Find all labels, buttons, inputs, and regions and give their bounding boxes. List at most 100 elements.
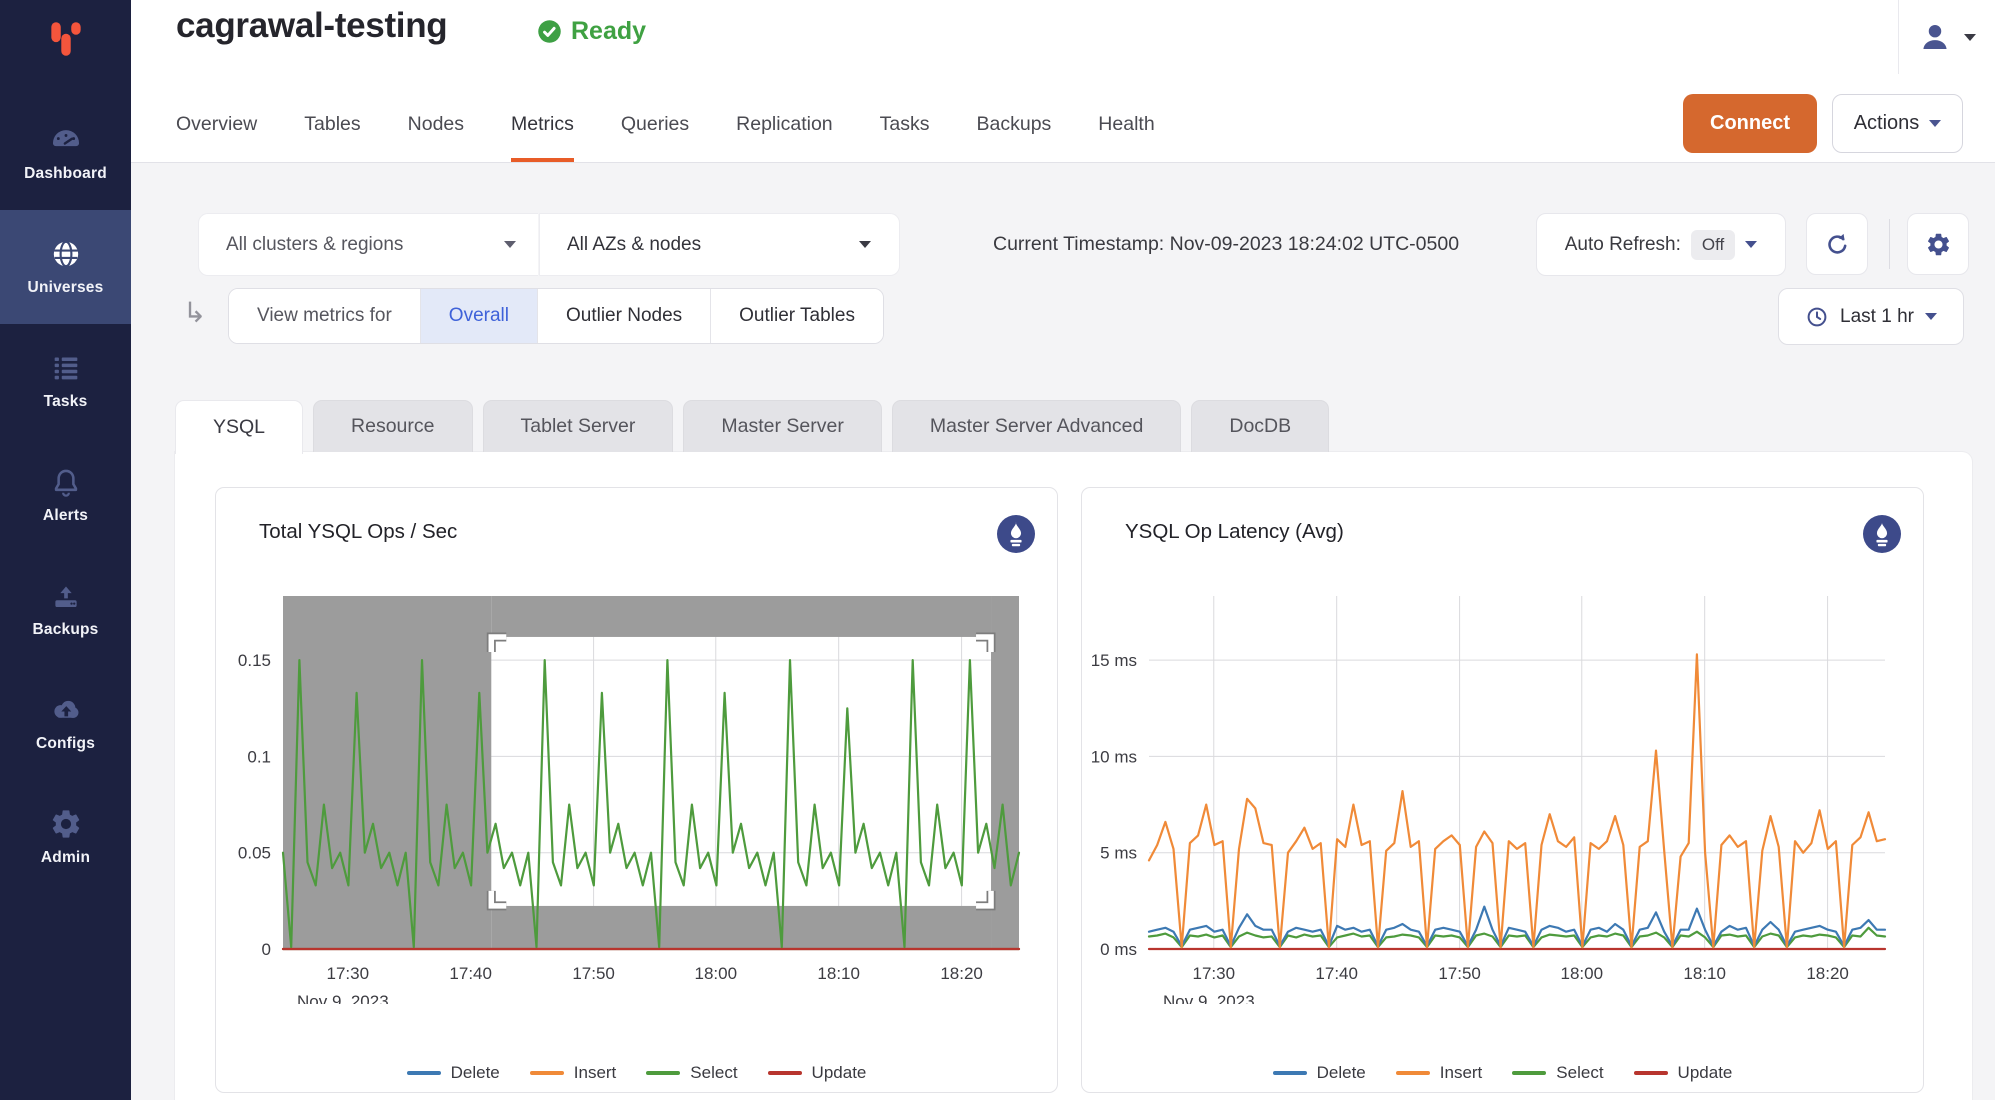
chart-card-total-ysql-ops: Total YSQL Ops / Sec 00.050.10.1517:3017… xyxy=(215,487,1058,1093)
legend-item-delete[interactable]: Delete xyxy=(1273,1063,1366,1083)
legend-item-update[interactable]: Update xyxy=(768,1063,867,1083)
chevron-down-icon xyxy=(504,241,516,248)
status-label: Ready xyxy=(571,17,646,46)
tab-health[interactable]: Health xyxy=(1098,113,1154,162)
legend-label: Update xyxy=(812,1063,867,1083)
chart-legend: Delete Insert Select Update xyxy=(216,1063,1057,1083)
filters-row: All clusters & regions All AZs & nodes C… xyxy=(131,213,1995,276)
user-menu[interactable] xyxy=(1898,0,1995,74)
sidebar-item-dashboard[interactable]: Dashboard xyxy=(0,96,131,210)
svg-text:0.15: 0.15 xyxy=(238,651,271,670)
auto-refresh-control[interactable]: Auto Refresh: Off xyxy=(1536,213,1786,276)
metric-tab-master-server[interactable]: Master Server xyxy=(683,400,881,452)
chart-title: YSQL Op Latency (Avg) xyxy=(1125,520,1344,544)
svg-text:18:00: 18:00 xyxy=(694,964,737,983)
yugabyte-logo-icon[interactable] xyxy=(0,10,131,70)
ysql-ops-chart[interactable]: 00.050.10.1517:3017:4017:5018:0018:1018:… xyxy=(216,584,1028,1004)
tab-backups[interactable]: Backups xyxy=(977,113,1052,162)
branch-arrow-icon: ↳ xyxy=(183,296,206,329)
svg-text:18:10: 18:10 xyxy=(1683,964,1726,983)
scope-option-outlier-nodes[interactable]: Outlier Nodes xyxy=(538,289,711,343)
clusters-regions-select[interactable]: All clusters & regions xyxy=(198,213,538,276)
sidebar-item-configs[interactable]: Configs xyxy=(0,666,131,780)
svg-text:17:40: 17:40 xyxy=(1315,964,1358,983)
svg-text:0.1: 0.1 xyxy=(247,747,271,766)
check-circle-icon xyxy=(536,18,563,45)
sidebar-item-universes[interactable]: Universes xyxy=(0,210,131,324)
status-badge: Ready xyxy=(536,17,646,46)
chevron-down-icon xyxy=(1929,120,1941,127)
tab-tables[interactable]: Tables xyxy=(304,113,360,162)
legend-swatch xyxy=(1512,1071,1546,1075)
refresh-button[interactable] xyxy=(1806,213,1868,275)
upload-tray-icon xyxy=(49,579,83,613)
sidebar-item-label: Alerts xyxy=(43,507,88,525)
legend-item-select[interactable]: Select xyxy=(1512,1063,1603,1083)
tab-metrics[interactable]: Metrics xyxy=(511,113,574,162)
legend-label: Delete xyxy=(1317,1063,1366,1083)
sidebar-item-tasks[interactable]: Tasks xyxy=(0,324,131,438)
tab-queries[interactable]: Queries xyxy=(621,113,689,162)
legend-item-select[interactable]: Select xyxy=(646,1063,737,1083)
charts-panel: Total YSQL Ops / Sec 00.050.10.1517:3017… xyxy=(175,452,1972,1100)
svg-text:17:30: 17:30 xyxy=(326,964,369,983)
scope-row: ↳ View metrics for Overall Outlier Nodes… xyxy=(131,288,1995,345)
list-icon xyxy=(49,351,83,385)
sidebar-item-admin[interactable]: Admin xyxy=(0,780,131,894)
metric-tab-tablet-server[interactable]: Tablet Server xyxy=(483,400,674,452)
legend-item-update[interactable]: Update xyxy=(1634,1063,1733,1083)
connect-button[interactable]: Connect xyxy=(1683,94,1817,153)
svg-text:17:50: 17:50 xyxy=(572,964,615,983)
view-metrics-for-control: View metrics for Overall Outlier Nodes O… xyxy=(228,288,884,344)
azs-nodes-select[interactable]: All AZs & nodes xyxy=(539,213,900,276)
globe-icon xyxy=(49,237,83,271)
ysql-latency-chart[interactable]: 0 ms5 ms10 ms15 ms17:3017:4017:5018:0018… xyxy=(1082,584,1894,1004)
legend-item-insert[interactable]: Insert xyxy=(530,1063,617,1083)
sidebar-item-label: Backups xyxy=(32,621,98,639)
svg-text:Nov 9, 2023: Nov 9, 2023 xyxy=(297,992,389,1004)
sidebar-item-label: Universes xyxy=(28,279,104,297)
scope-option-outlier-tables[interactable]: Outlier Tables xyxy=(711,289,883,343)
metric-tab-ysql[interactable]: YSQL xyxy=(175,400,303,454)
tab-replication[interactable]: Replication xyxy=(736,113,832,162)
chart-title: Total YSQL Ops / Sec xyxy=(259,520,457,544)
prometheus-icon[interactable] xyxy=(1863,515,1901,553)
current-timestamp: Current Timestamp: Nov-09-2023 18:24:02 … xyxy=(993,213,1459,276)
gear-icon xyxy=(1925,231,1952,258)
gauge-icon xyxy=(49,123,83,157)
chevron-down-icon xyxy=(1925,313,1937,320)
tab-overview[interactable]: Overview xyxy=(176,113,257,162)
chevron-down-icon xyxy=(1964,34,1976,41)
actions-button[interactable]: Actions xyxy=(1832,94,1963,153)
svg-text:17:30: 17:30 xyxy=(1192,964,1235,983)
prometheus-icon[interactable] xyxy=(997,515,1035,553)
svg-text:17:50: 17:50 xyxy=(1438,964,1481,983)
svg-text:Nov 9, 2023: Nov 9, 2023 xyxy=(1163,992,1255,1004)
svg-text:10 ms: 10 ms xyxy=(1091,747,1137,766)
scope-option-overall[interactable]: Overall xyxy=(421,289,538,343)
settings-button[interactable] xyxy=(1907,213,1969,275)
svg-text:0: 0 xyxy=(262,940,271,959)
tab-nodes[interactable]: Nodes xyxy=(408,113,464,162)
sidebar-item-backups[interactable]: Backups xyxy=(0,552,131,666)
legend-label: Insert xyxy=(574,1063,617,1083)
metric-tab-resource[interactable]: Resource xyxy=(313,400,472,452)
svg-text:15 ms: 15 ms xyxy=(1091,651,1137,670)
sidebar-item-label: Dashboard xyxy=(24,165,107,183)
tab-tasks[interactable]: Tasks xyxy=(880,113,930,162)
svg-text:18:10: 18:10 xyxy=(817,964,860,983)
auto-refresh-value: Off xyxy=(1691,230,1735,260)
universe-tabs: Overview Tables Nodes Metrics Queries Re… xyxy=(176,113,1155,162)
svg-text:18:20: 18:20 xyxy=(940,964,983,983)
clock-icon xyxy=(1805,305,1829,329)
refresh-icon xyxy=(1824,231,1851,258)
sidebar-item-alerts[interactable]: Alerts xyxy=(0,438,131,552)
legend-item-insert[interactable]: Insert xyxy=(1396,1063,1483,1083)
metric-tab-master-server-advanced[interactable]: Master Server Advanced xyxy=(892,400,1182,452)
sidebar-item-label: Tasks xyxy=(44,393,88,411)
legend-item-delete[interactable]: Delete xyxy=(407,1063,500,1083)
legend-swatch xyxy=(407,1071,441,1075)
legend-label: Select xyxy=(690,1063,737,1083)
time-range-select[interactable]: Last 1 hr xyxy=(1778,288,1964,345)
metric-tab-docdb[interactable]: DocDB xyxy=(1191,400,1329,452)
